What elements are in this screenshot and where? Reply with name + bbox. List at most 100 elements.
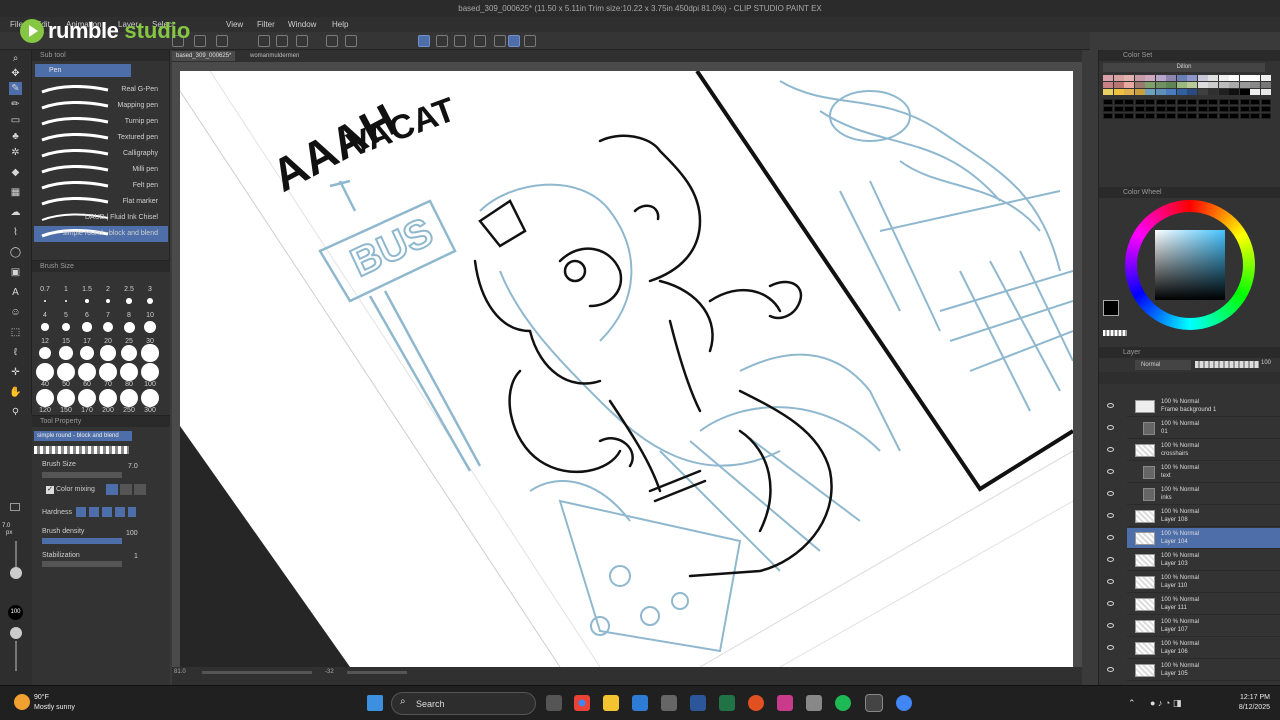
color-swatch[interactable] bbox=[1134, 75, 1145, 81]
clear-icon[interactable] bbox=[326, 35, 338, 47]
layer-row[interactable]: 100 % Normal Layer 104 bbox=[1107, 528, 1280, 549]
color-swatch[interactable] bbox=[1239, 89, 1250, 95]
brush-size-value[interactable]: 7.0 bbox=[128, 463, 138, 470]
color-swatch[interactable] bbox=[1145, 89, 1155, 95]
color-swatch[interactable] bbox=[1155, 75, 1166, 81]
color-swatch[interactable] bbox=[1124, 75, 1134, 81]
empty-color-swatch[interactable] bbox=[1166, 99, 1176, 105]
drawing-canvas[interactable]: BUS AAAH VACAT bbox=[180, 71, 1073, 667]
zoom-readout[interactable]: 81.0 bbox=[174, 669, 186, 675]
brush-size-slider[interactable] bbox=[42, 472, 122, 478]
brush-size-preset[interactable]: 40 bbox=[35, 363, 55, 388]
color-swatch[interactable] bbox=[1197, 75, 1208, 81]
empty-color-swatch[interactable] bbox=[1134, 113, 1145, 119]
layer-visibility-eye-icon[interactable] bbox=[1107, 645, 1114, 650]
color-swatch[interactable] bbox=[1187, 89, 1197, 95]
clock-time[interactable]: 12:17 PM bbox=[1222, 694, 1270, 701]
brush-size-preset[interactable]: 15 bbox=[56, 338, 76, 362]
brush-size-preset[interactable]: 50 bbox=[56, 363, 76, 388]
show-ruler-icon[interactable] bbox=[474, 35, 486, 47]
size-slider-knob[interactable] bbox=[10, 567, 22, 579]
layer-visibility-eye-icon[interactable] bbox=[1107, 491, 1114, 496]
color-swatch[interactable] bbox=[1197, 82, 1208, 88]
color-set-dropdown[interactable]: Dillon bbox=[1103, 63, 1265, 72]
empty-color-swatch[interactable] bbox=[1155, 99, 1166, 105]
empty-color-swatch[interactable] bbox=[1208, 113, 1218, 119]
empty-color-swatch[interactable] bbox=[1229, 113, 1239, 119]
store-icon[interactable] bbox=[632, 695, 648, 711]
color-swatch[interactable] bbox=[1176, 89, 1187, 95]
layer-opacity-slider[interactable] bbox=[1195, 361, 1259, 368]
color-swatch[interactable] bbox=[1166, 82, 1176, 88]
opacity-slider-knob[interactable] bbox=[10, 627, 22, 639]
empty-color-swatch[interactable] bbox=[1145, 106, 1155, 112]
layer-visibility-eye-icon[interactable] bbox=[1107, 403, 1114, 408]
stabilization-value[interactable]: 1 bbox=[134, 553, 138, 560]
color-swatch[interactable] bbox=[1208, 89, 1218, 95]
subtool-brush-item[interactable]: Flat marker bbox=[34, 194, 168, 210]
color-swatch[interactable] bbox=[1103, 82, 1113, 88]
layer-row[interactable]: 100 % Normal text bbox=[1107, 462, 1280, 483]
empty-color-swatch[interactable] bbox=[1187, 113, 1197, 119]
empty-color-swatch[interactable] bbox=[1218, 99, 1229, 105]
layer-row[interactable]: 100 % Normal Frame background 1 bbox=[1107, 396, 1280, 417]
empty-color-swatch[interactable] bbox=[1250, 99, 1260, 105]
color-swatch[interactable] bbox=[1103, 89, 1113, 95]
start-icon[interactable] bbox=[367, 695, 383, 711]
empty-color-swatch[interactable] bbox=[1113, 106, 1124, 112]
empty-color-swatch[interactable] bbox=[1103, 113, 1113, 119]
layer-row[interactable]: 100 % Normal Layer 107 bbox=[1107, 616, 1280, 637]
brush-size-preset[interactable]: 6 bbox=[77, 312, 97, 336]
menu-window[interactable]: Window bbox=[288, 20, 316, 29]
brush-tool-icon[interactable]: ♣ bbox=[9, 130, 22, 143]
empty-color-swatch[interactable] bbox=[1260, 106, 1271, 112]
doc-tab-active[interactable]: based_309_000625* bbox=[172, 51, 236, 61]
brush-size-preset[interactable]: 2.5 bbox=[119, 286, 139, 310]
menu-view[interactable]: View bbox=[226, 20, 243, 29]
brush-size-preset[interactable]: 200 bbox=[98, 389, 118, 414]
airbrush-tool-icon[interactable]: ✲ bbox=[9, 146, 22, 159]
saturation-value-square[interactable] bbox=[1155, 230, 1225, 300]
layer-row[interactable]: 100 % Normal inks bbox=[1107, 484, 1280, 505]
empty-color-swatch[interactable] bbox=[1197, 106, 1208, 112]
color-swatch[interactable] bbox=[1145, 75, 1155, 81]
chrome-profile-icon[interactable] bbox=[896, 695, 912, 711]
layer-row[interactable]: 100 % Normal Layer 108 bbox=[1107, 506, 1280, 527]
empty-color-swatch[interactable] bbox=[1250, 113, 1260, 119]
layer-row[interactable]: 100 % Normal Layer 103 bbox=[1107, 550, 1280, 571]
color-swatch[interactable] bbox=[1250, 82, 1260, 88]
brush-size-preset[interactable]: 17 bbox=[77, 338, 97, 362]
layer-mask-icon[interactable] bbox=[508, 35, 520, 47]
color-set-swatches[interactable] bbox=[1103, 75, 1273, 135]
color-swatch[interactable] bbox=[1103, 75, 1113, 81]
subtool-brush-item[interactable]: Textured pen bbox=[34, 130, 168, 146]
settings-icon[interactable] bbox=[296, 35, 308, 47]
empty-color-swatch[interactable] bbox=[1239, 113, 1250, 119]
color-swatch[interactable] bbox=[1145, 82, 1155, 88]
snap-special-ruler-icon[interactable] bbox=[436, 35, 448, 47]
empty-color-swatch[interactable] bbox=[1208, 106, 1218, 112]
weather-desc[interactable]: Mostly sunny bbox=[34, 704, 75, 711]
brush-size-preset[interactable]: 1 bbox=[56, 286, 76, 310]
color-swatch[interactable] bbox=[1155, 82, 1166, 88]
color-swatch[interactable] bbox=[1260, 75, 1271, 81]
brush-size-preset[interactable]: 4 bbox=[35, 312, 55, 336]
mix-mode-running-button[interactable] bbox=[120, 484, 132, 495]
empty-color-swatch[interactable] bbox=[1197, 113, 1208, 119]
menu-filter[interactable]: Filter bbox=[257, 20, 275, 29]
empty-color-swatch[interactable] bbox=[1187, 99, 1197, 105]
empty-color-swatch[interactable] bbox=[1239, 99, 1250, 105]
brush-size-preset[interactable]: 25 bbox=[119, 338, 139, 362]
save-icon[interactable] bbox=[216, 35, 228, 47]
app-icon[interactable] bbox=[806, 695, 822, 711]
lasso-tool-icon[interactable]: ℓ bbox=[9, 346, 22, 359]
blend-tool-icon[interactable]: ☁ bbox=[9, 206, 22, 219]
layer-visibility-eye-icon[interactable] bbox=[1107, 425, 1114, 430]
zoom-tool-icon[interactable]: ⌕ bbox=[9, 52, 22, 65]
brush-density-slider[interactable] bbox=[42, 538, 122, 544]
brush-size-preset[interactable]: 10 bbox=[140, 312, 160, 336]
subtool-brush-item[interactable]: simple round - block and blend bbox=[34, 226, 168, 242]
empty-color-swatch[interactable] bbox=[1250, 106, 1260, 112]
brush-size-preset[interactable]: 7 bbox=[98, 312, 118, 336]
empty-color-swatch[interactable] bbox=[1218, 106, 1229, 112]
